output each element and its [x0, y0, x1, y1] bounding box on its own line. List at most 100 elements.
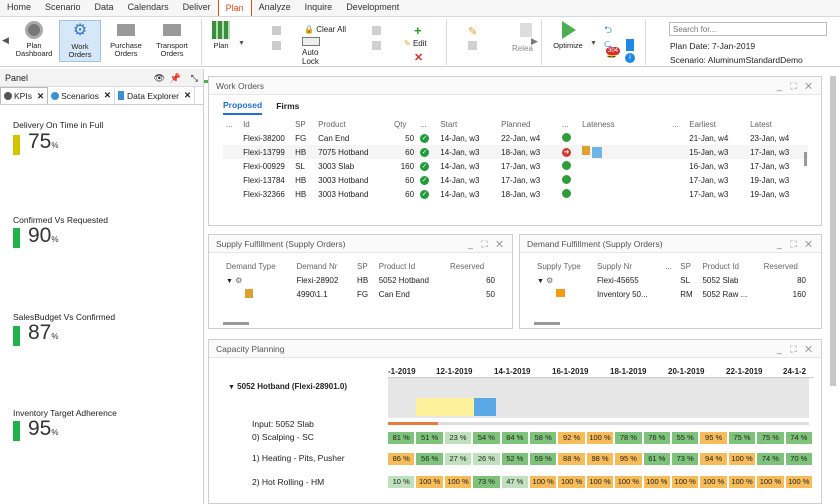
gantt-group-label[interactable]: ▼ 5052 Hotband (Flexi-28901.0)	[228, 382, 347, 391]
capacity-cell[interactable]: 47 %	[501, 476, 528, 488]
column-header[interactable]: Lateness	[579, 117, 669, 131]
expand-icon[interactable]: ▼	[226, 278, 233, 285]
expand-icon[interactable]: ▼	[228, 384, 235, 391]
delete-icon[interactable]: ✕	[414, 51, 423, 64]
book-icon[interactable]	[626, 39, 634, 51]
column-header[interactable]: ...	[662, 259, 677, 273]
work-orders-scrollbar[interactable]	[804, 152, 807, 166]
menu-home[interactable]: Home	[0, 0, 38, 16]
capacity-cell[interactable]: 100 %	[416, 476, 443, 488]
column-header[interactable]: Demand Nr	[294, 259, 355, 273]
plan-button[interactable]: Plan	[208, 21, 234, 50]
tab-scenarios[interactable]: Scenarios ✕	[48, 87, 116, 104]
capacity-cell[interactable]: 73 %	[473, 476, 500, 488]
capacity-cell[interactable]: 95 %	[700, 432, 727, 444]
expand-icon[interactable]: ▼	[537, 278, 544, 285]
kpi-confirmed[interactable]: Confirmed Vs Requested 90%	[0, 215, 200, 248]
capacity-cell[interactable]: 26 %	[473, 453, 500, 465]
capacity-cell[interactable]: 94 %	[700, 453, 727, 465]
tab-kpis[interactable]: KPIs ✕	[0, 87, 49, 104]
close-kpis-icon[interactable]: ✕	[37, 91, 44, 102]
kpi-inventory[interactable]: Inventory Target Adherence 95%	[0, 408, 200, 441]
column-header[interactable]: Planned	[498, 117, 559, 131]
eye-icon[interactable]: 👁	[154, 69, 165, 87]
table-row[interactable]: Inventory 50... RM 5052 Raw ... 160	[534, 287, 809, 301]
column-header[interactable]: Product	[315, 117, 391, 131]
column-header[interactable]: Qty	[391, 117, 417, 131]
column-header[interactable]: Supply Nr	[594, 259, 662, 273]
table-row[interactable]: Flexi-13799 HB 7075 Hotband 60 ✓ 14-Jan, w3 18…	[223, 145, 808, 159]
column-header[interactable]: Earliest	[686, 117, 747, 131]
table-row[interactable]: ▼ ⚙ Flexi-45655 SL 5052 Slab 80	[534, 273, 809, 287]
capacity-cell[interactable]: 100 %	[558, 476, 585, 488]
plan-dashboard-button[interactable]: Plan Dashboard	[12, 21, 56, 58]
capacity-cell[interactable]: 76 %	[643, 432, 670, 444]
plan-dropdown-icon[interactable]: ▼	[238, 40, 245, 47]
lock-grey-icon[interactable]	[272, 26, 281, 35]
capacity-cell[interactable]: 86 %	[388, 453, 415, 465]
transport-orders-button[interactable]: Transport Orders	[151, 21, 193, 58]
column-header[interactable]: Demand Type	[223, 259, 294, 273]
window-controls[interactable]: _ ⛶ ✕	[777, 77, 815, 95]
search-input[interactable]	[669, 22, 827, 36]
capacity-cell[interactable]: 100 %	[672, 476, 699, 488]
column-header[interactable]: Id	[240, 117, 292, 131]
table-row[interactable]: Flexi-38200 FG Can End 50 ✓ 14-Jan, w3 22-Jan,…	[223, 131, 808, 145]
capacity-cell[interactable]: 10 %	[388, 476, 415, 488]
window-controls[interactable]: _ ⛶ ✕	[777, 235, 815, 253]
column-header[interactable]: Reserved	[447, 259, 498, 273]
paste-grey-icon[interactable]	[372, 41, 381, 50]
capacity-cell[interactable]: 52 %	[501, 453, 528, 465]
menu-analyze[interactable]: Analyze	[252, 0, 298, 16]
column-header[interactable]: ...	[417, 117, 437, 131]
menu-inquire[interactable]: Inquire	[298, 0, 340, 16]
window-controls[interactable]: _ ⛶ ✕	[468, 235, 506, 253]
pin-icon[interactable]: 📌	[170, 69, 181, 87]
optimize-dropdown-icon[interactable]: ▼	[590, 40, 597, 47]
capacity-cell[interactable]: 51 %	[416, 432, 443, 444]
capacity-cell[interactable]: 100 %	[615, 476, 642, 488]
column-header[interactable]: SP	[292, 117, 315, 131]
column-header[interactable]: Product Id	[376, 259, 447, 273]
column-header[interactable]: Supply Type	[534, 259, 594, 273]
capacity-cell[interactable]: 78 %	[615, 432, 642, 444]
capacity-cell[interactable]: 100 %	[586, 432, 614, 444]
capacity-cell[interactable]: 88 %	[558, 453, 585, 465]
copy-grey-icon[interactable]	[372, 26, 381, 35]
capacity-cell[interactable]: 56 %	[416, 453, 443, 465]
menu-calendars[interactable]: Calendars	[121, 0, 176, 16]
close-data-explorer-icon[interactable]: ✕	[184, 90, 191, 101]
pencil-orange-icon[interactable]: ✎	[468, 25, 477, 38]
info-icon[interactable]: i	[625, 53, 635, 63]
release-icon[interactable]	[520, 23, 532, 37]
capacity-cell[interactable]: 54 %	[473, 432, 500, 444]
capacity-cell[interactable]: 100 %	[444, 476, 472, 488]
release-label[interactable]: Relea	[512, 44, 533, 53]
tab-proposed[interactable]: Proposed	[223, 97, 263, 115]
column-header[interactable]: ...	[559, 117, 579, 131]
menu-development[interactable]: Development	[339, 0, 406, 16]
window-controls[interactable]: _ ⛶ ✕	[777, 340, 815, 358]
clear-all-button[interactable]: 🔒 Clear All	[304, 25, 346, 34]
capacity-cell[interactable]: 74 %	[757, 453, 784, 465]
release-grey-icon[interactable]	[468, 41, 477, 50]
capacity-cell[interactable]: 58 %	[530, 432, 557, 444]
capacity-cell[interactable]: 59 %	[530, 453, 557, 465]
capacity-cell[interactable]: 81 %	[388, 432, 415, 444]
optimize-button[interactable]: Optimize	[550, 21, 586, 50]
demand-scrollbar[interactable]	[534, 322, 560, 325]
supply-scrollbar[interactable]	[223, 322, 249, 325]
capacity-cell[interactable]: 100 %	[757, 476, 784, 488]
column-header[interactable]: Product Id	[699, 259, 760, 273]
capacity-cell[interactable]: 74 %	[785, 432, 812, 444]
table-row[interactable]: 4990\1.1 FG Can End 50	[223, 287, 498, 301]
capacity-cell[interactable]: 100 %	[700, 476, 727, 488]
kpi-delivery[interactable]: Delivery On Time in Full 75%	[0, 120, 200, 155]
add-icon[interactable]: +	[414, 23, 422, 38]
main-scrollbar[interactable]	[830, 76, 836, 386]
table-row[interactable]: Flexi-32366 HB 3003 Hotband 60 ✓ 14-Jan, w3 18…	[223, 187, 808, 201]
menu-scenario[interactable]: Scenario	[38, 0, 88, 16]
table-row[interactable]: Flexi-13784 HB 3003 Hotband 60 ✓ 14-Jan, w3 17…	[223, 173, 808, 187]
auto-lock-toggle[interactable]	[302, 37, 320, 46]
capacity-cell[interactable]: 92 %	[558, 432, 585, 444]
